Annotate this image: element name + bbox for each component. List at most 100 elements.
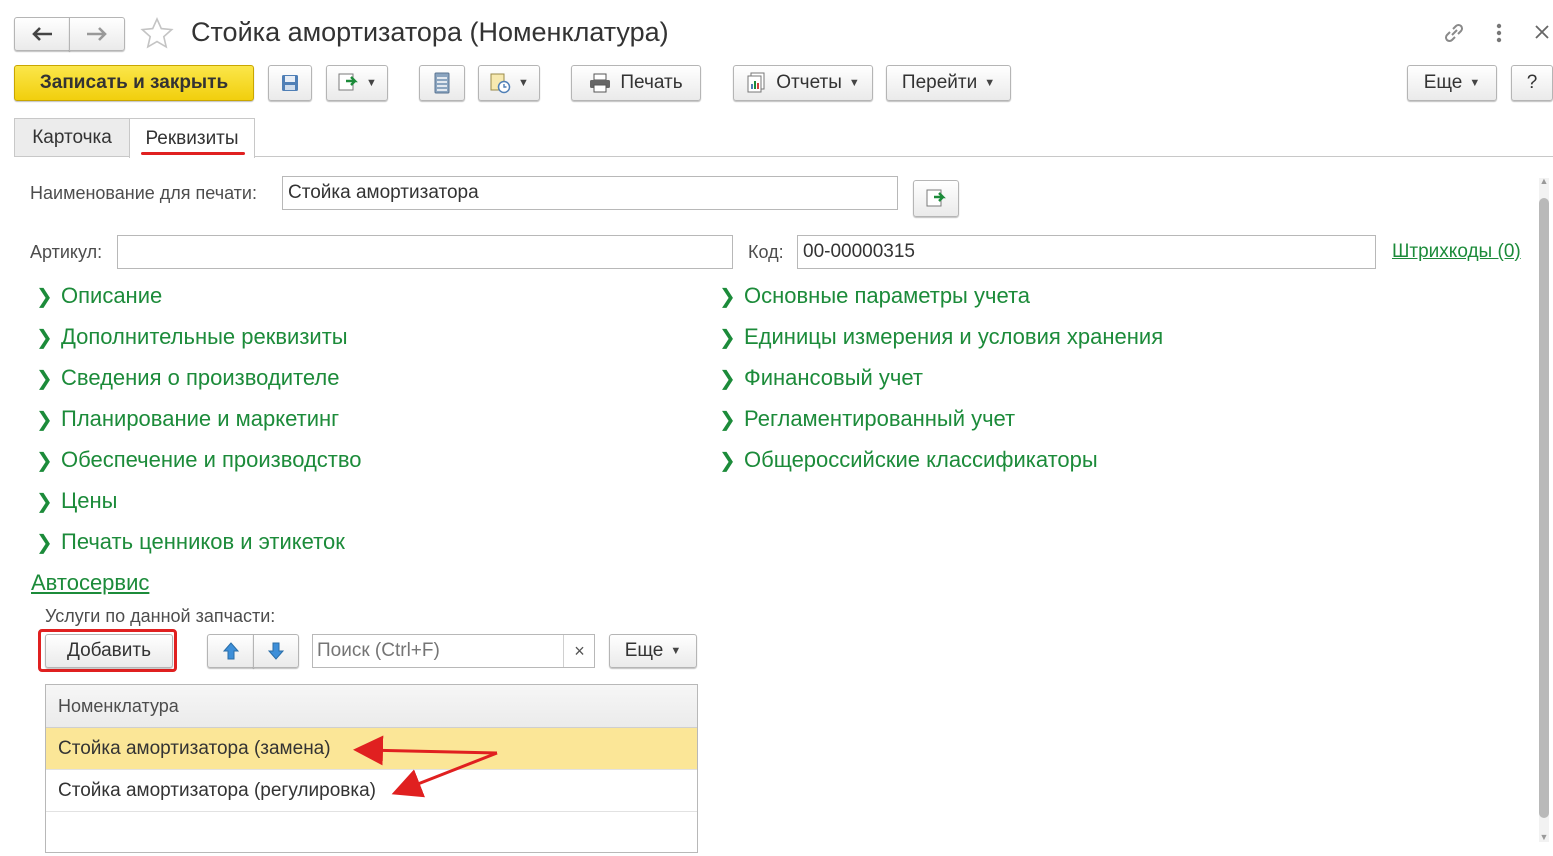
edit-print-name-button[interactable] <box>913 180 959 217</box>
scroll-up-icon[interactable]: ▲ <box>1538 176 1550 186</box>
save-and-close-button[interactable]: Записать и закрыть <box>14 65 254 101</box>
reports-icon <box>747 72 765 93</box>
table-header: Номенклатура <box>46 685 697 728</box>
group-label: Цены <box>61 488 118 513</box>
chevron-right-icon: ❯ <box>36 367 53 390</box>
group-label: Описание <box>61 283 163 308</box>
annotation-arrows <box>353 735 498 798</box>
print-label: Печать <box>620 72 683 93</box>
group-units-storage[interactable]: ❯ Единицы измерения и условия хранения <box>719 324 1163 350</box>
group-planning[interactable]: ❯ Планирование и маркетинг <box>36 406 339 432</box>
back-button[interactable] <box>14 17 70 51</box>
chevron-down-icon: ▼ <box>670 645 682 657</box>
group-classifiers[interactable]: ❯ Общероссийские классификаторы <box>719 447 1098 473</box>
article-label: Артикул: <box>30 242 103 262</box>
group-accounting-params[interactable]: ❯ Основные параметры учета <box>719 283 1030 309</box>
group-label: Финансовый учет <box>744 365 923 390</box>
document-history-icon <box>490 73 511 94</box>
row-cell: Стойка амортизатора (замена) <box>58 737 331 759</box>
row-cell: Стойка амортизатора (регулировка) <box>58 779 376 801</box>
group-manufacturer[interactable]: ❯ Сведения о производителе <box>36 365 339 391</box>
chevron-right-icon: ❯ <box>719 367 736 390</box>
table-more-label: Еще <box>624 640 664 661</box>
chevron-right-icon: ❯ <box>36 326 53 349</box>
arrow-up-icon <box>222 642 239 660</box>
chevron-right-icon: ❯ <box>719 449 736 472</box>
goto-label: Перейти <box>901 72 978 93</box>
group-financial[interactable]: ❯ Финансовый учет <box>719 365 923 391</box>
group-regulated[interactable]: ❯ Регламентированный учет <box>719 406 1015 432</box>
move-down-button[interactable] <box>253 634 299 668</box>
group-label: Сведения о производителе <box>61 365 340 390</box>
reports-label: Отчеты <box>776 72 842 93</box>
autoservice-title[interactable]: Автосервис <box>31 570 149 596</box>
forward-button[interactable] <box>69 17 125 51</box>
print-name-field[interactable]: Стойка амортизатора <box>282 176 898 210</box>
chevron-right-icon: ❯ <box>36 531 53 554</box>
chevron-right-icon: ❯ <box>36 490 53 513</box>
scroll-down-icon[interactable]: ▼ <box>1538 832 1550 842</box>
group-additional-requisites[interactable]: ❯ Дополнительные реквизиты <box>36 324 348 350</box>
chevron-right-icon: ❯ <box>719 408 736 431</box>
search-input[interactable] <box>313 635 563 667</box>
column-header-nomenclature[interactable]: Номенклатура <box>58 696 179 717</box>
tab-card-label: Карточка <box>32 127 112 148</box>
code-field[interactable]: 00-00000315 <box>797 235 1376 269</box>
tab-card[interactable]: Карточка <box>14 118 130 157</box>
group-price-tags[interactable]: ❯ Печать ценников и этикеток <box>36 529 345 555</box>
create-based-on-button[interactable]: ▼ <box>326 65 388 101</box>
tab-active-underline <box>130 156 254 158</box>
chevron-right-icon: ❯ <box>719 285 736 308</box>
chevron-right-icon: ❯ <box>719 326 736 349</box>
chevron-down-icon: ▼ <box>1469 77 1481 89</box>
add-button[interactable]: Добавить <box>45 634 173 668</box>
tab-requisites-label: Реквизиты <box>145 127 239 149</box>
printer-icon <box>590 73 611 93</box>
window-title: Стойка амортизатора (Номенклатура) <box>191 17 669 47</box>
chevron-down-icon: ▼ <box>848 77 860 89</box>
link-icon[interactable] <box>1441 20 1467 46</box>
group-label: Общероссийские классификаторы <box>744 447 1098 472</box>
save-button[interactable] <box>268 65 312 101</box>
chevron-right-icon: ❯ <box>36 285 53 308</box>
goto-button[interactable]: Перейти ▼ <box>886 65 1011 101</box>
annotation-underline <box>141 152 245 155</box>
save-and-close-label: Записать и закрыть <box>39 72 229 93</box>
group-label: Единицы измерения и условия хранения <box>744 324 1164 349</box>
reports-button[interactable]: Отчеты ▼ <box>733 65 873 101</box>
print-button[interactable]: Печать <box>571 65 701 101</box>
group-label: Регламентированный учет <box>744 406 1016 431</box>
move-up-button[interactable] <box>207 634 254 668</box>
barcodes-link[interactable]: Штрихкоды (0) <box>1392 241 1521 263</box>
more-actions-label: Еще <box>1423 72 1463 93</box>
services-label: Услуги по данной запчасти: <box>45 606 276 626</box>
code-label: Код: <box>748 242 784 262</box>
add-label: Добавить <box>67 640 151 661</box>
chevron-down-icon: ▼ <box>984 77 996 89</box>
more-vertical-icon[interactable] <box>1490 21 1508 45</box>
group-description[interactable]: ❯ Описание <box>36 283 162 309</box>
list-icon <box>434 72 450 94</box>
list-button[interactable] <box>419 65 465 101</box>
article-field[interactable] <box>117 235 733 269</box>
close-icon[interactable] <box>1534 24 1550 40</box>
more-actions-button[interactable]: Еще ▼ <box>1407 65 1497 101</box>
clear-search-icon[interactable]: × <box>564 635 595 667</box>
create-document-icon <box>926 189 946 206</box>
table-more-button[interactable]: Еще ▼ <box>609 634 697 668</box>
group-supply[interactable]: ❯ Обеспечение и производство <box>36 447 362 473</box>
favorite-star-icon[interactable] <box>139 16 175 52</box>
history-button[interactable]: ▼ <box>478 65 540 101</box>
chevron-right-icon: ❯ <box>36 449 53 472</box>
group-label: Дополнительные реквизиты <box>61 324 348 349</box>
group-label: Планирование и маркетинг <box>61 406 340 431</box>
group-label: Печать ценников и этикеток <box>61 529 345 554</box>
search-box: × <box>312 634 595 668</box>
help-label: ? <box>1526 72 1538 93</box>
group-label: Обеспечение и производство <box>61 447 362 472</box>
chevron-down-icon: ▼ <box>518 77 529 89</box>
help-button[interactable]: ? <box>1511 65 1553 101</box>
chevron-right-icon: ❯ <box>36 408 53 431</box>
scrollbar-thumb[interactable] <box>1539 198 1549 818</box>
group-prices[interactable]: ❯ Цены <box>36 488 117 514</box>
